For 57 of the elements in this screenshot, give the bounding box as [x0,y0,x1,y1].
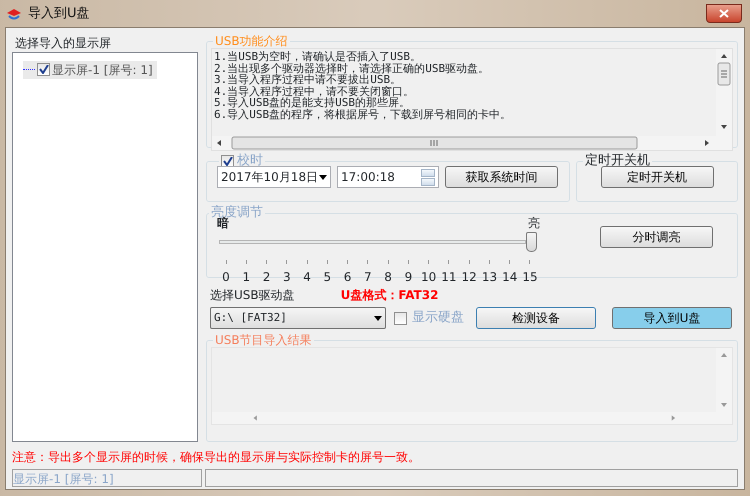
drive-label: 选择USB驱动盘 [210,287,295,304]
info-line: 1.当USB为空时，请确认是否插入了USB。 [214,51,422,63]
tick-label: 8 [384,269,392,286]
status-text: 显示屏-1 [屏号: 1] [12,469,202,487]
group-title: USB功能介绍 [214,34,289,48]
close-icon [719,9,729,18]
close-button[interactable] [706,4,742,23]
tree-item-checkbox[interactable] [37,63,50,76]
tick-label: 3 [282,269,291,286]
scheduled-power-button[interactable]: 定时开关机 [600,166,714,188]
date-picker[interactable]: 2017年10月18日 [217,166,331,188]
tick-label: 5 [324,269,332,286]
group-title: 校时 [237,154,263,168]
slider-thumb[interactable] [526,232,537,252]
dropdown-arrow-icon [374,316,382,320]
bright-label: 亮 [528,215,540,232]
tick-label: 11 [441,269,457,286]
info-line: 5.导入USB盘的是能支持USB的那些屏。 [214,97,410,109]
detect-device-button[interactable]: 检测设备 [476,307,596,329]
time-sync-checkbox[interactable] [221,154,234,168]
time-field[interactable]: 17:00:18 [337,166,439,188]
tick-label: 4 [303,269,311,286]
dropdown-arrow-icon [319,174,327,180]
tick-label: 14 [502,269,518,286]
group-title: 选择导入的显示屏 [14,35,112,52]
tick-label: 13 [482,269,498,286]
info-line: 2.当出现多个驱动器选择时，请选择正确的USB驱动盘。 [214,62,490,74]
tick-label: 12 [462,269,477,286]
show-disk-label: 显示硬盘 [412,309,464,328]
import-button[interactable]: 导入到U盘 [612,307,732,329]
format-label: U盘格式：FAT32 [340,287,438,304]
get-system-time-button[interactable]: 获取系统时间 [445,166,558,188]
tick-label: 7 [364,269,372,286]
tick-label: 10 [421,269,436,286]
group-title: USB节目导入结果 [214,333,313,347]
info-line: 4.当导入程序过程中，请不要关闭窗口。 [214,86,416,98]
info-line: 6.导入USB盘的程序，将根据屏号，下载到屏号相同的卡中。 [214,108,512,121]
vertical-scrollbar[interactable] [716,348,732,412]
check-icon [38,65,48,74]
group-title: 定时开关机 [584,154,651,168]
tick-label: 6 [344,269,352,286]
notice-text: 注意：导出多个显示屏的时候，确保导出的显示屏与实际控制卡的屏号一致。 [12,449,421,466]
tree-item[interactable]: 显示屏-1 [屏号: 1] [23,60,157,78]
info-line: 3.当导入程序过程中请不要拔出USB。 [214,74,402,86]
show-disk-checkbox[interactable] [394,312,407,324]
vertical-scrollbar[interactable] [716,49,732,136]
window-title: 导入到U盘 [28,4,90,23]
app-logo-icon [6,6,22,20]
tick-label: 15 [522,269,538,286]
tick-label: 1 [242,269,250,286]
tick-label: 0 [222,269,230,286]
drive-dropdown[interactable]: G:\ [FAT32] [210,307,386,329]
tick-label: 2 [262,269,270,286]
time-based-dimming-button[interactable]: 分时调亮 [600,226,713,248]
check-icon [222,156,232,166]
tick-label: 9 [404,269,412,286]
spin-buttons[interactable] [421,168,435,186]
